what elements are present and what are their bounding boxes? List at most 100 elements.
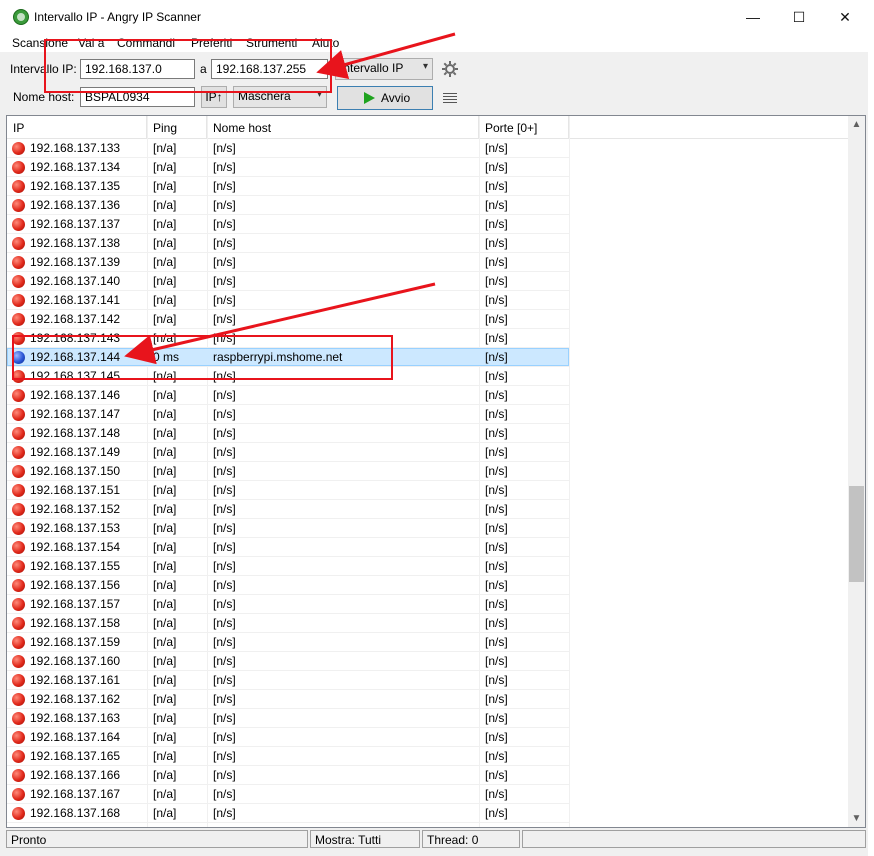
close-button[interactable]: ✕ bbox=[822, 0, 868, 34]
host-dead-icon bbox=[12, 617, 25, 630]
results-table[interactable]: IP Ping Nome host Porte [0+] 192.168.137… bbox=[6, 115, 866, 828]
host-dead-icon bbox=[12, 636, 25, 649]
column-header-ping[interactable]: Ping bbox=[147, 116, 207, 138]
table-row[interactable]: 192.168.137.138 [n/a] [n/s] [n/s] bbox=[7, 234, 849, 253]
cell-ports: [n/s] bbox=[485, 654, 508, 668]
table-row[interactable]: 192.168.137.154 [n/a] [n/s] [n/s] bbox=[7, 538, 849, 557]
cell-ports: [n/s] bbox=[485, 464, 508, 478]
host-dead-icon bbox=[12, 465, 25, 478]
cell-ports: [n/s] bbox=[485, 559, 508, 573]
maximize-button[interactable]: ☐ bbox=[776, 0, 822, 34]
table-row[interactable]: 192.168.137.152 [n/a] [n/s] [n/s] bbox=[7, 500, 849, 519]
cell-ip: 192.168.137.146 bbox=[30, 388, 121, 402]
table-row[interactable]: 192.168.137.151 [n/a] [n/s] [n/s] bbox=[7, 481, 849, 500]
host-dead-icon bbox=[12, 161, 25, 174]
table-row[interactable]: 192.168.137.137 [n/a] [n/s] [n/s] bbox=[7, 215, 849, 234]
cell-ping: [n/a] bbox=[153, 483, 177, 497]
cell-ping: [n/a] bbox=[153, 578, 177, 592]
cell-ports: [n/s] bbox=[485, 426, 508, 440]
column-header-hostname[interactable]: Nome host bbox=[207, 116, 479, 138]
column-header-ports[interactable]: Porte [0+] bbox=[479, 116, 569, 138]
cell-hostname: [n/s] bbox=[213, 730, 236, 744]
columns-list-icon[interactable] bbox=[443, 92, 457, 104]
cell-ports: [n/s] bbox=[485, 711, 508, 725]
host-dead-icon bbox=[12, 237, 25, 250]
cell-ports: [n/s] bbox=[485, 787, 508, 801]
host-dead-icon bbox=[12, 693, 25, 706]
table-row[interactable]: 192.168.137.135 [n/a] [n/s] [n/s] bbox=[7, 177, 849, 196]
table-row[interactable]: 192.168.137.148 [n/a] [n/s] [n/s] bbox=[7, 424, 849, 443]
table-row[interactable]: 192.168.137.164 [n/a] [n/s] [n/s] bbox=[7, 728, 849, 747]
table-row[interactable]: 192.168.137.165 [n/a] [n/s] [n/s] bbox=[7, 747, 849, 766]
minimize-button[interactable]: — bbox=[730, 0, 776, 34]
cell-ping: [n/a] bbox=[153, 312, 177, 326]
scroll-thumb[interactable] bbox=[849, 486, 864, 582]
table-row[interactable]: 192.168.137.167 [n/a] [n/s] [n/s] bbox=[7, 785, 849, 804]
cell-ports: [n/s] bbox=[485, 217, 508, 231]
table-row[interactable]: 192.168.137.158 [n/a] [n/s] [n/s] bbox=[7, 614, 849, 633]
cell-hostname: [n/s] bbox=[213, 711, 236, 725]
cell-hostname: [n/s] bbox=[213, 768, 236, 782]
table-row[interactable]: 192.168.137.166 [n/a] [n/s] [n/s] bbox=[7, 766, 849, 785]
host-dead-icon bbox=[12, 541, 25, 554]
column-header-ip[interactable]: IP bbox=[7, 116, 147, 138]
scroll-up-icon[interactable]: ▲ bbox=[848, 116, 865, 133]
vertical-scrollbar[interactable]: ▲ ▼ bbox=[848, 116, 865, 827]
table-row[interactable]: 192.168.137.147 [n/a] [n/s] [n/s] bbox=[7, 405, 849, 424]
cell-hostname: [n/s] bbox=[213, 692, 236, 706]
cell-ip: 192.168.137.142 bbox=[30, 312, 121, 326]
cell-ping: [n/a] bbox=[153, 502, 177, 516]
table-row[interactable]: 192.168.137.156 [n/a] [n/s] [n/s] bbox=[7, 576, 849, 595]
scroll-down-icon[interactable]: ▼ bbox=[848, 810, 865, 827]
host-dead-icon bbox=[12, 560, 25, 573]
cell-ip: 192.168.137.158 bbox=[30, 616, 121, 630]
status-bar: Pronto Mostra: Tutti Thread: 0 bbox=[6, 829, 866, 849]
cell-ports: [n/s] bbox=[485, 540, 508, 554]
cell-hostname: [n/s] bbox=[213, 274, 236, 288]
table-row[interactable]: 192.168.137.153 [n/a] [n/s] [n/s] bbox=[7, 519, 849, 538]
annotation-box-ip-range bbox=[44, 39, 332, 93]
cell-ip: 192.168.137.160 bbox=[30, 654, 121, 668]
progress-bar bbox=[522, 830, 866, 848]
host-dead-icon bbox=[12, 275, 25, 288]
cell-ip: 192.168.137.159 bbox=[30, 635, 121, 649]
table-row[interactable]: 192.168.137.141 [n/a] [n/s] [n/s] bbox=[7, 291, 849, 310]
cell-ports: [n/s] bbox=[485, 160, 508, 174]
cell-hostname: [n/s] bbox=[213, 578, 236, 592]
host-dead-icon bbox=[12, 522, 25, 535]
start-scan-button[interactable]: Avvio bbox=[337, 86, 433, 110]
table-row[interactable]: 192.168.137.168 [n/a] [n/s] [n/s] bbox=[7, 804, 849, 823]
table-row[interactable]: 192.168.137.133 [n/a] [n/s] [n/s] bbox=[7, 139, 849, 158]
cell-ports: [n/s] bbox=[485, 806, 508, 820]
feeder-mode-select[interactable]: Intervallo IP ▾ bbox=[335, 58, 433, 80]
cell-ports: [n/s] bbox=[485, 293, 508, 307]
table-row[interactable]: 192.168.137.142 [n/a] [n/s] [n/s] bbox=[7, 310, 849, 329]
table-row[interactable]: 192.168.137.146 [n/a] [n/s] [n/s] bbox=[7, 386, 849, 405]
table-row[interactable]: 192.168.137.157 [n/a] [n/s] [n/s] bbox=[7, 595, 849, 614]
table-row[interactable]: 192.168.137.161 [n/a] [n/s] [n/s] bbox=[7, 671, 849, 690]
cell-hostname: [n/s] bbox=[213, 540, 236, 554]
display-filter-status[interactable]: Mostra: Tutti bbox=[310, 830, 420, 848]
cell-hostname: [n/s] bbox=[213, 160, 236, 174]
cell-ports: [n/s] bbox=[485, 578, 508, 592]
table-row[interactable]: 192.168.137.136 [n/a] [n/s] [n/s] bbox=[7, 196, 849, 215]
table-row[interactable]: 192.168.137.140 [n/a] [n/s] [n/s] bbox=[7, 272, 849, 291]
table-row[interactable]: 192.168.137.159 [n/a] [n/s] [n/s] bbox=[7, 633, 849, 652]
cell-ip: 192.168.137.156 bbox=[30, 578, 121, 592]
table-row[interactable]: 192.168.137.163 [n/a] [n/s] [n/s] bbox=[7, 709, 849, 728]
table-row[interactable]: 192.168.137.160 [n/a] [n/s] [n/s] bbox=[7, 652, 849, 671]
table-row[interactable]: 192.168.137.162 [n/a] [n/s] [n/s] bbox=[7, 690, 849, 709]
cell-hostname: [n/s] bbox=[213, 426, 236, 440]
cell-ip: 192.168.137.166 bbox=[30, 768, 121, 782]
table-row[interactable]: 192.168.137.150 [n/a] [n/s] [n/s] bbox=[7, 462, 849, 481]
cell-ping: [n/a] bbox=[153, 274, 177, 288]
table-row[interactable]: 192.168.137.134 [n/a] [n/s] [n/s] bbox=[7, 158, 849, 177]
table-row[interactable]: 192.168.137.139 [n/a] [n/s] [n/s] bbox=[7, 253, 849, 272]
cell-hostname: [n/s] bbox=[213, 464, 236, 478]
cell-ip: 192.168.137.164 bbox=[30, 730, 121, 744]
table-row[interactable]: 192.168.137.155 [n/a] [n/s] [n/s] bbox=[7, 557, 849, 576]
cell-hostname: [n/s] bbox=[213, 749, 236, 763]
cell-ip: 192.168.137.149 bbox=[30, 445, 121, 459]
gear-icon[interactable] bbox=[441, 60, 459, 78]
table-row[interactable]: 192.168.137.149 [n/a] [n/s] [n/s] bbox=[7, 443, 849, 462]
